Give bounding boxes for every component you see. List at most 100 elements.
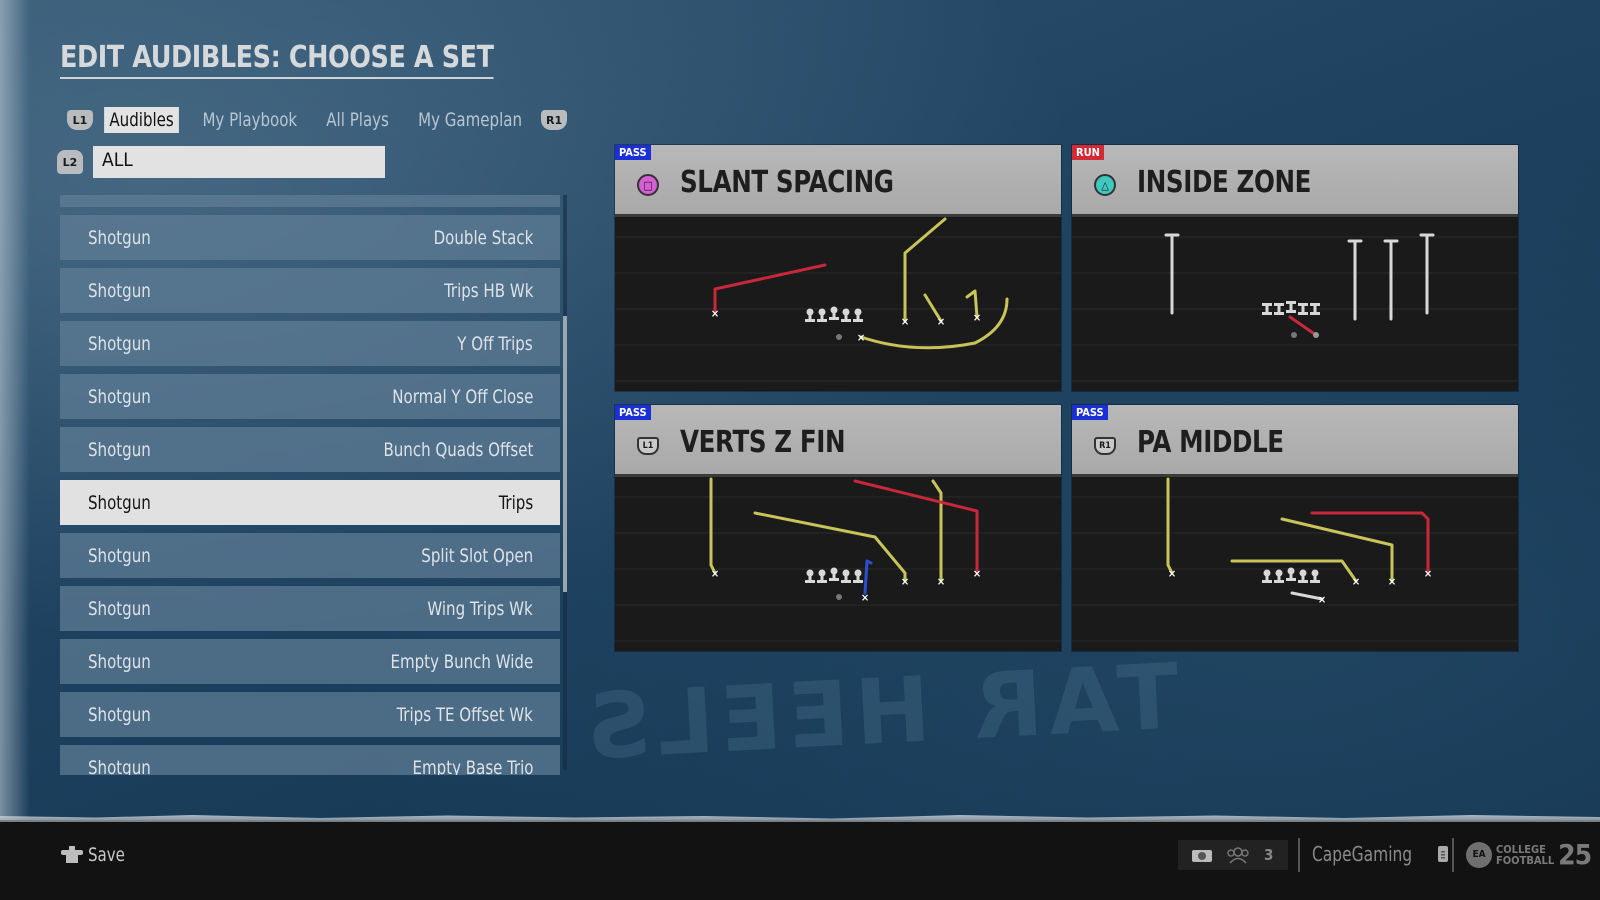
audible-card-r1[interactable]: PASS R1 PA MIDDLE × × × × ×	[1072, 405, 1518, 651]
tab-bar: L1 Audibles My Playbook All Plays My Gam…	[67, 106, 568, 134]
filter-row: L2 ALL	[57, 146, 385, 178]
play-name: SLANT SPACING	[680, 165, 894, 200]
ea-logo-icon: EA	[1466, 841, 1492, 868]
controller-battery-icon	[1438, 846, 1449, 862]
route-motion	[863, 559, 873, 595]
block-te-1	[1347, 239, 1363, 321]
brand-year: 25	[1558, 838, 1592, 871]
l2-button-icon[interactable]: L2	[57, 150, 83, 174]
save-button[interactable]: Save	[60, 844, 130, 866]
card-header: RUN △ INSIDE ZONE	[1072, 145, 1518, 217]
audible-card-square[interactable]: PASS □ SLANT SPACING × × × × ×	[615, 145, 1061, 391]
play-diagram-pa-middle: × × × × ×	[1072, 477, 1518, 642]
audible-card-l1[interactable]: PASS L1 VERTS Z FIN × × × × ×	[615, 405, 1061, 651]
list-item[interactable]: Shotgun Trips	[60, 480, 560, 525]
formation-list: Shotgun Double Stack Shotgun Trips HB Wk Sho…	[60, 195, 560, 775]
card-header: PASS □ SLANT SPACING	[615, 145, 1061, 217]
list-item[interactable]: Shotgun Normal Y Off Close	[60, 374, 560, 419]
lineman-marker	[817, 569, 827, 583]
party-icon	[1227, 847, 1249, 864]
list-item[interactable]: Shotgun Trips HB Wk	[60, 268, 560, 313]
lineman-marker	[1298, 569, 1308, 583]
background-edge	[0, 0, 30, 900]
lineman-marker	[841, 308, 851, 322]
set-name: Bunch Quads Offset	[383, 438, 533, 461]
set-name: Split Slot Open	[421, 544, 533, 567]
footer-divider	[1452, 838, 1454, 872]
card-header: PASS L1 VERTS Z FIN	[615, 405, 1061, 477]
formation-name: Shotgun	[88, 332, 151, 355]
set-name: Normal Y Off Close	[391, 385, 533, 408]
formation-name: Shotgun	[88, 597, 151, 620]
receiver-marker: ×	[1318, 593, 1326, 606]
receiver-marker: ×	[937, 315, 945, 328]
block-wr-left	[1164, 233, 1180, 315]
tab-my-playbook[interactable]: My Playbook	[197, 107, 302, 133]
block-wr-right	[1419, 233, 1435, 315]
set-name: Double Stack	[433, 226, 533, 249]
route-dig	[753, 511, 907, 583]
tab-audibles[interactable]: Audibles	[104, 107, 180, 133]
lineman-marker	[853, 569, 863, 583]
set-name: Trips TE Offset Wk	[396, 703, 533, 726]
formation-name: Shotgun	[88, 279, 151, 302]
triangle-button-icon: △	[1094, 174, 1116, 196]
receiver-marker: ×	[937, 575, 945, 588]
play-diagram: × × × × ×	[615, 477, 1061, 651]
list-item-partial[interactable]	[60, 195, 560, 207]
play-name: PA MIDDLE	[1137, 425, 1284, 460]
list-scrollbar[interactable]	[563, 195, 567, 770]
list-item[interactable]: Shotgun Bunch Quads Offset	[60, 427, 560, 472]
receiver-marker: ×	[711, 567, 719, 580]
list-item[interactable]: Shotgun Split Slot Open	[60, 533, 560, 578]
scrollbar-thumb[interactable]	[563, 315, 567, 592]
lineman-marker	[1310, 569, 1320, 583]
receiver-marker: ×	[1168, 567, 1176, 580]
qb-marker	[1291, 332, 1297, 338]
list-item[interactable]: Shotgun Wing Trips Wk	[60, 586, 560, 631]
formation-name: Shotgun	[88, 491, 151, 514]
list-item[interactable]: Shotgun Double Stack	[60, 215, 560, 260]
formation-name: Shotgun	[88, 544, 151, 567]
play-diagram-inside-zone	[1072, 233, 1518, 382]
touchpad-button-icon	[61, 846, 83, 863]
lineman-marker	[817, 308, 827, 322]
set-name: Trips	[498, 491, 533, 514]
route-hot	[713, 263, 827, 315]
list-item[interactable]: Shotgun Empty Base Trio	[60, 745, 560, 775]
list-item[interactable]: Shotgun Y Off Trips	[60, 321, 560, 366]
list-item[interactable]: Shotgun Trips TE Offset Wk	[60, 692, 560, 737]
formation-name: Shotgun	[88, 703, 151, 726]
camera-icon	[1192, 850, 1212, 862]
receiver-marker: ×	[901, 315, 909, 328]
block-te-2	[1383, 239, 1399, 321]
audible-card-triangle[interactable]: RUN △ INSIDE ZONE	[1072, 145, 1518, 391]
l1-button-icon: L1	[637, 437, 659, 455]
play-diagram-verts-z-fin: × × × × ×	[615, 477, 1061, 642]
receiver-marker: ×	[861, 591, 869, 604]
receiver-marker: ×	[1424, 567, 1432, 580]
route-vert-left	[709, 477, 717, 575]
filter-dropdown[interactable]: ALL	[93, 146, 385, 178]
formation-name: Shotgun	[88, 385, 151, 408]
receiver-marker: ×	[857, 331, 865, 344]
tab-my-gameplan[interactable]: My Gameplan	[413, 107, 527, 133]
route-fin	[853, 479, 979, 575]
play-diagram	[1072, 217, 1518, 391]
set-name: Wing Trips Wk	[427, 597, 533, 620]
receiver-marker: ×	[1388, 575, 1396, 588]
route-vert-right	[931, 479, 943, 583]
receiver-marker: ×	[973, 567, 981, 580]
l1-button-icon[interactable]: L1	[67, 110, 93, 130]
tab-all-plays[interactable]: All Plays	[321, 107, 394, 133]
play-type-badge: PASS	[615, 145, 651, 160]
route-post	[903, 217, 947, 323]
gamertag: CapeGaming	[1312, 842, 1449, 866]
lineman-marker	[1286, 567, 1296, 581]
list-item[interactable]: Shotgun Empty Bunch Wide	[60, 639, 560, 684]
r1-button-icon[interactable]: R1	[541, 110, 568, 130]
set-name: Trips HB Wk	[443, 279, 533, 302]
qb-marker	[836, 334, 842, 340]
lineman-marker	[841, 569, 851, 583]
route-over	[1310, 511, 1430, 575]
